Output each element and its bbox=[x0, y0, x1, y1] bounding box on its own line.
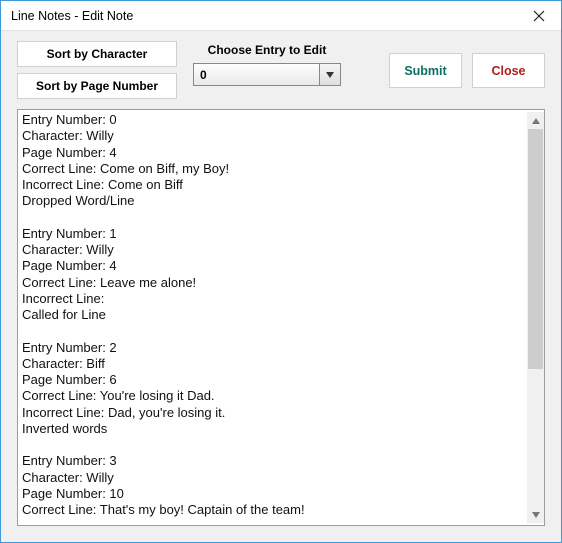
chevron-up-icon bbox=[532, 118, 540, 124]
sort-buttons: Sort by Character Sort by Page Number bbox=[17, 41, 177, 99]
chevron-down-icon bbox=[326, 72, 334, 78]
scrollbar-thumb[interactable] bbox=[528, 129, 543, 369]
submit-button[interactable]: Submit bbox=[389, 53, 462, 88]
window-close-button[interactable] bbox=[516, 1, 561, 31]
chevron-down-icon bbox=[532, 512, 540, 518]
dialog-window: Line Notes - Edit Note Sort by Character… bbox=[0, 0, 562, 543]
sort-by-character-button[interactable]: Sort by Character bbox=[17, 41, 177, 67]
action-buttons: Submit Close bbox=[389, 41, 545, 88]
window-title: Line Notes - Edit Note bbox=[1, 9, 516, 23]
sort-by-page-button[interactable]: Sort by Page Number bbox=[17, 73, 177, 99]
choose-entry-value: 0 bbox=[194, 64, 320, 85]
entries-textarea[interactable]: Entry Number: 0 Character: Willy Page Nu… bbox=[17, 109, 545, 526]
scroll-down-button[interactable] bbox=[527, 506, 544, 523]
entries-content: Entry Number: 0 Character: Willy Page Nu… bbox=[22, 112, 527, 523]
choose-entry-combo[interactable]: 0 bbox=[193, 63, 341, 86]
scroll-up-button[interactable] bbox=[527, 112, 544, 129]
choose-entry-label: Choose Entry to Edit bbox=[193, 43, 341, 57]
top-row: Sort by Character Sort by Page Number Ch… bbox=[17, 41, 545, 99]
close-button[interactable]: Close bbox=[472, 53, 545, 88]
close-icon bbox=[533, 10, 545, 22]
title-bar: Line Notes - Edit Note bbox=[1, 1, 561, 31]
client-area: Sort by Character Sort by Page Number Ch… bbox=[1, 31, 561, 542]
combo-dropdown-button[interactable] bbox=[320, 64, 340, 85]
vertical-scrollbar[interactable] bbox=[527, 112, 544, 523]
choose-entry-group: Choose Entry to Edit 0 bbox=[193, 41, 341, 86]
